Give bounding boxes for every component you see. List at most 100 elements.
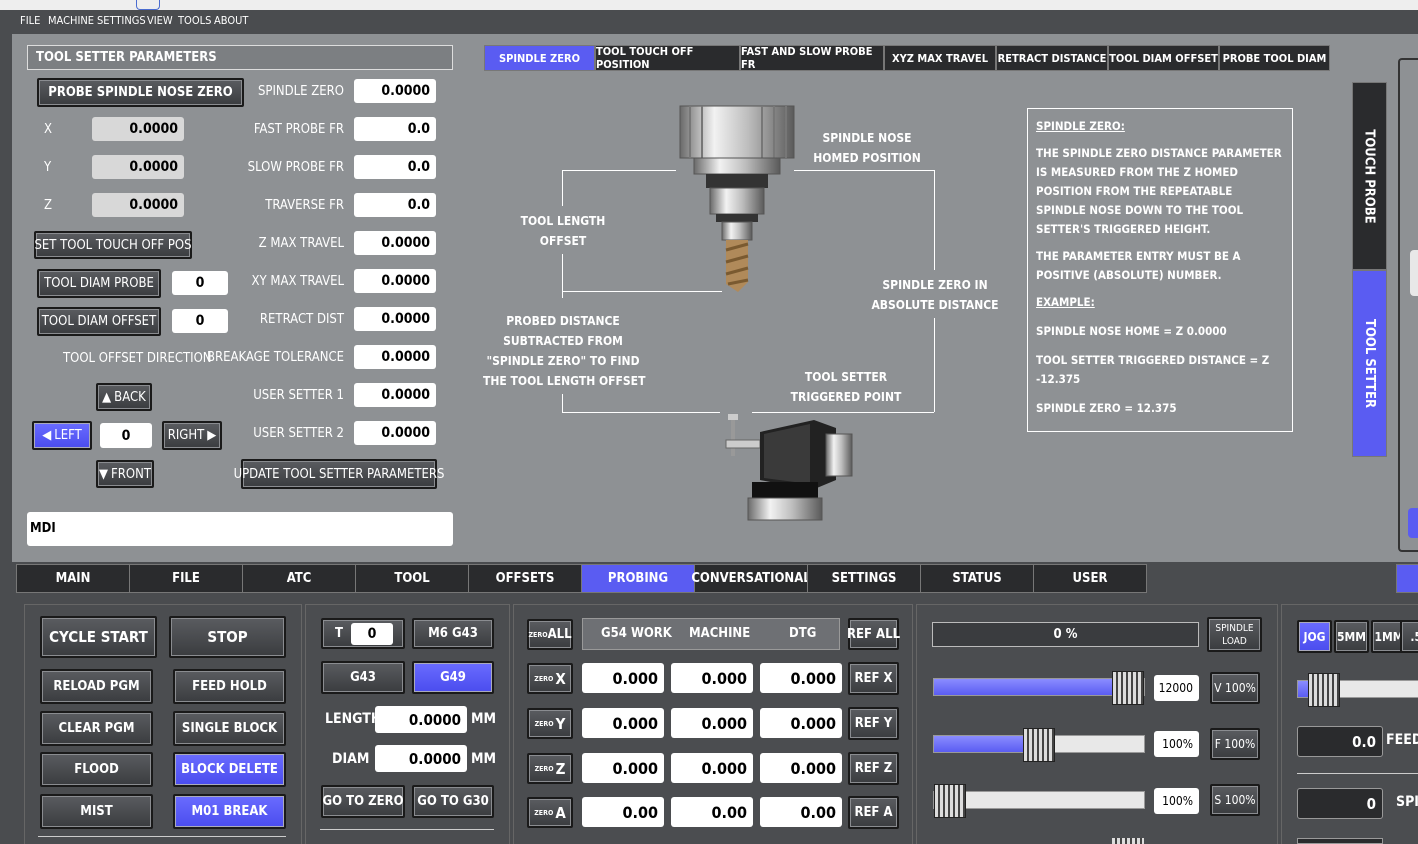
tab-retract-distance[interactable]: RETRACT DISTANCE bbox=[996, 45, 1108, 71]
tab-tool-diam-offset[interactable]: TOOL DIAM OFFSET bbox=[1108, 45, 1219, 71]
zero-prefix: ZERO bbox=[534, 719, 554, 728]
slider-knob[interactable] bbox=[934, 784, 966, 818]
main-tab-settings[interactable]: SETTINGS bbox=[807, 564, 921, 593]
back-button[interactable]: ▲ BACK bbox=[96, 383, 152, 411]
main-tab-conversational[interactable]: CONVERSATIONAL bbox=[691, 564, 811, 593]
tab-fast-slow-probe-fr[interactable]: FAST AND SLOW PROBE FR bbox=[740, 45, 884, 71]
menu-about[interactable]: ABOUT bbox=[214, 14, 248, 27]
side-tab-touch-probe[interactable]: TOUCH PROBE bbox=[1352, 82, 1387, 270]
s-override-button[interactable]: S 100% bbox=[1210, 784, 1260, 816]
direction-value[interactable]: 0 bbox=[100, 423, 152, 448]
tab-xyz-max-travel[interactable]: XYZ MAX TRAVEL bbox=[884, 45, 996, 71]
clear-pgm-button[interactable]: CLEAR PGM bbox=[40, 711, 153, 746]
param-value[interactable]: 0.0 bbox=[354, 193, 436, 217]
main-tab-status[interactable]: STATUS bbox=[920, 564, 1034, 593]
zero-axis-label: A bbox=[555, 803, 566, 822]
tool-diam-offset-field[interactable]: 0 bbox=[172, 309, 228, 333]
param-value[interactable]: 0.0000 bbox=[354, 307, 436, 331]
param-value[interactable]: 0.0000 bbox=[354, 383, 436, 407]
slider-knob[interactable] bbox=[1308, 673, 1340, 707]
param-value[interactable]: 0.0 bbox=[354, 117, 436, 141]
main-tab-offsets[interactable]: OFFSETS bbox=[468, 564, 582, 593]
mist-button[interactable]: MIST bbox=[40, 794, 153, 829]
zero-prefix: ZERO bbox=[534, 808, 554, 817]
slider-knob[interactable] bbox=[1023, 728, 1055, 762]
ref-y-button[interactable]: REF Y bbox=[848, 707, 899, 740]
cycle-start-button[interactable]: CYCLE START bbox=[40, 616, 157, 658]
single-block-button[interactable]: SINGLE BLOCK bbox=[173, 711, 286, 746]
tab-probe-tool-diam[interactable]: PROBE TOOL DIAM bbox=[1219, 45, 1330, 71]
param-value[interactable]: 0.0000 bbox=[354, 231, 436, 255]
axis-z-label: Z bbox=[44, 198, 53, 213]
tool-diam-probe-field[interactable]: 0 bbox=[172, 271, 228, 295]
main-tab-tool[interactable]: TOOL bbox=[355, 564, 469, 593]
f-override-button[interactable]: F 100% bbox=[1210, 728, 1260, 760]
m01-break-button[interactable]: M01 BREAK bbox=[173, 794, 286, 829]
main-tab-probing[interactable]: PROBING bbox=[581, 564, 695, 593]
block-delete-button[interactable]: BLOCK DELETE bbox=[173, 752, 286, 787]
set-tool-touch-off-pos-button[interactable]: SET TOOL TOUCH OFF POS bbox=[34, 231, 192, 259]
menu-settings[interactable]: SETTINGS bbox=[97, 14, 146, 27]
jog-speed-slider[interactable] bbox=[1297, 673, 1418, 707]
front-button[interactable]: ▼ FRONT bbox=[96, 460, 154, 488]
zero-y-button[interactable]: ZERO Y bbox=[527, 708, 573, 739]
tool-diam-probe-button[interactable]: TOOL DIAM PROBE bbox=[37, 269, 161, 298]
stop-button[interactable]: STOP bbox=[169, 616, 286, 658]
probe-spindle-nose-zero-button[interactable]: PROBE SPINDLE NOSE ZERO bbox=[37, 78, 244, 107]
right-edge-blue-button[interactable] bbox=[1408, 508, 1418, 538]
tab-spindle-zero[interactable]: SPINDLE ZERO bbox=[484, 45, 595, 71]
s-slider[interactable] bbox=[933, 784, 1145, 818]
param-value[interactable]: 0.0000 bbox=[354, 79, 436, 103]
slider-knob[interactable] bbox=[1112, 671, 1144, 705]
param-value[interactable]: 0.0000 bbox=[354, 345, 436, 369]
left-button[interactable]: ◀ LEFT bbox=[32, 421, 92, 450]
right-button[interactable]: RIGHT ▶ bbox=[162, 421, 222, 450]
ref-a-button[interactable]: REF A bbox=[848, 796, 899, 829]
g43-button[interactable]: G43 bbox=[321, 661, 405, 694]
feed-hold-button[interactable]: FEED HOLD bbox=[173, 669, 286, 704]
param-value[interactable]: 0.0000 bbox=[354, 269, 436, 293]
menu-tools[interactable]: TOOLS bbox=[178, 14, 211, 27]
diam-field[interactable]: 0.0000 bbox=[375, 745, 467, 772]
zero-z-button[interactable]: ZERO Z bbox=[527, 753, 573, 784]
zero-all-button[interactable]: ZERO ALL bbox=[527, 619, 573, 650]
update-tool-setter-button[interactable]: UPDATE TOOL SETTER PARAMETERS bbox=[234, 459, 444, 489]
length-field[interactable]: 0.0000 bbox=[375, 706, 467, 733]
ref-x-button[interactable]: REF X bbox=[848, 662, 899, 695]
right-edge-handle[interactable] bbox=[1410, 250, 1418, 296]
v-override-button[interactable]: V 100% bbox=[1210, 672, 1260, 704]
param-value[interactable]: 0.0000 bbox=[354, 421, 436, 445]
zero-a-button[interactable]: ZERO A bbox=[527, 797, 573, 828]
side-tab-tool-setter[interactable]: TOOL SETTER bbox=[1352, 270, 1387, 457]
main-tab-jog-partial[interactable]: J bbox=[1396, 564, 1418, 593]
zero-x-button[interactable]: ZERO X bbox=[527, 663, 573, 694]
jog-step-point5[interactable]: .5 bbox=[1400, 620, 1418, 653]
info-box: SPINDLE ZERO: THE SPINDLE ZERO DISTANCE … bbox=[1027, 108, 1293, 432]
reload-pgm-button[interactable]: RELOAD PGM bbox=[40, 669, 153, 704]
menu-view[interactable]: VIEW bbox=[147, 14, 173, 27]
g49-button[interactable]: G49 bbox=[412, 661, 494, 694]
main-tab-main[interactable]: MAIN bbox=[16, 564, 130, 593]
tab-tool-touch-off-position[interactable]: TOOL TOUCH OFF POSITION bbox=[595, 45, 740, 71]
spindle-speed-slider[interactable] bbox=[933, 671, 1145, 705]
param-value[interactable]: 0.0 bbox=[354, 155, 436, 179]
param-label: USER SETTER 1 bbox=[253, 388, 344, 403]
ref-z-button[interactable]: REF Z bbox=[848, 752, 899, 785]
jog-step-5mm[interactable]: 5MM bbox=[1334, 620, 1369, 653]
mdi-input[interactable]: MDI bbox=[27, 512, 453, 546]
main-tab-file[interactable]: FILE bbox=[129, 564, 243, 593]
menu-file[interactable]: FILE bbox=[20, 14, 40, 27]
tool-number-field[interactable]: 0 bbox=[350, 622, 393, 645]
diam-unit: MM bbox=[471, 751, 497, 767]
flood-button[interactable]: FLOOD bbox=[40, 752, 153, 787]
go-to-zero-button[interactable]: GO TO ZERO bbox=[321, 785, 405, 818]
jog-button[interactable]: JOG bbox=[1297, 620, 1332, 653]
feed-slider[interactable] bbox=[933, 728, 1145, 762]
menu-machine[interactable]: MACHINE bbox=[48, 14, 94, 27]
main-tab-atc[interactable]: ATC bbox=[242, 564, 356, 593]
ref-all-button[interactable]: REF ALL bbox=[847, 618, 900, 650]
main-tab-user[interactable]: USER bbox=[1033, 564, 1147, 593]
m6-g43-button[interactable]: M6 G43 bbox=[412, 618, 494, 649]
tool-diam-offset-button[interactable]: TOOL DIAM OFFSET bbox=[37, 307, 161, 336]
go-to-g30-button[interactable]: GO TO G30 bbox=[412, 785, 494, 818]
